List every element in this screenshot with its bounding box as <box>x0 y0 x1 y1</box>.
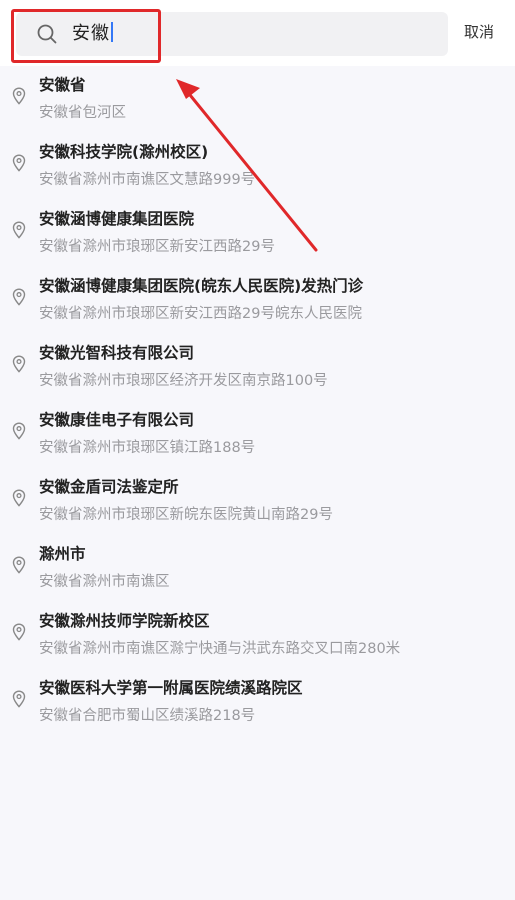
result-address: 安徽省滁州市琅琊区新安江西路29号皖东人民医院 <box>39 306 362 322</box>
result-item[interactable]: 安徽涵博健康集团医院 安徽省滁州市琅琊区新安江西路29号 <box>0 200 515 267</box>
result-name: 安徽金盾司法鉴定所 <box>39 478 179 496</box>
result-item[interactable]: 安徽金盾司法鉴定所 安徽省滁州市琅琊区新皖东医院黄山南路29号 <box>0 468 515 535</box>
result-item[interactable]: 安徽科技学院(滁州校区) 安徽省滁州市南谯区文慧路999号 <box>0 133 515 200</box>
result-item[interactable]: 滁州市 安徽省滁州市南谯区 <box>0 535 515 602</box>
result-address: 安徽省滁州市南谯区滁宁快通与洪武东路交叉口南280米 <box>39 641 401 657</box>
location-pin-icon <box>12 221 26 239</box>
result-name: 安徽省 <box>39 76 86 94</box>
location-pin-icon <box>12 556 26 574</box>
result-item[interactable]: 安徽涵博健康集团医院(皖东人民医院)发热门诊 安徽省滁州市琅琊区新安江西路29号… <box>0 267 515 334</box>
result-address: 安徽省滁州市南谯区 <box>39 574 170 590</box>
result-address: 安徽省合肥市蜀山区绩溪路218号 <box>39 708 256 724</box>
result-item[interactable]: 安徽滁州技师学院新校区 安徽省滁州市南谯区滁宁快通与洪武东路交叉口南280米 <box>0 602 515 669</box>
result-name: 滁州市 <box>39 545 86 563</box>
result-address: 安徽省滁州市南谯区文慧路999号 <box>39 172 256 188</box>
result-address: 安徽省滁州市琅琊区镇江路188号 <box>39 440 256 456</box>
location-pin-icon <box>12 489 26 507</box>
cancel-button[interactable]: 取消 <box>464 21 494 42</box>
location-pin-icon <box>12 154 26 172</box>
result-address: 安徽省滁州市琅琊区新皖东医院黄山南路29号 <box>39 507 333 523</box>
result-address: 安徽省滁州市琅琊区新安江西路29号 <box>39 239 275 255</box>
result-name: 安徽科技学院(滁州校区) <box>39 143 209 161</box>
result-name: 安徽滁州技师学院新校区 <box>39 612 210 630</box>
location-pin-icon <box>12 87 26 105</box>
result-name: 安徽涵博健康集团医院(皖东人民医院)发热门诊 <box>39 277 364 295</box>
result-name: 安徽光智科技有限公司 <box>39 344 195 362</box>
location-pin-icon <box>12 623 26 641</box>
result-item[interactable]: 安徽光智科技有限公司 安徽省滁州市琅琊区经济开发区南京路100号 <box>0 334 515 401</box>
result-name: 安徽涵博健康集团医院 <box>39 210 195 228</box>
location-pin-icon <box>12 690 26 708</box>
result-address: 安徽省包河区 <box>39 105 126 121</box>
result-item[interactable]: 安徽省 安徽省包河区 <box>0 66 515 133</box>
result-item[interactable]: 安徽康佳电子有限公司 安徽省滁州市琅琊区镇江路188号 <box>0 401 515 468</box>
result-item[interactable]: 安徽医科大学第一附属医院绩溪路院区 安徽省合肥市蜀山区绩溪路218号 <box>0 669 515 736</box>
result-address: 安徽省滁州市琅琊区经济开发区南京路100号 <box>39 373 328 389</box>
annotation-highlight-box <box>11 9 161 63</box>
result-name: 安徽医科大学第一附属医院绩溪路院区 <box>39 679 303 697</box>
result-name: 安徽康佳电子有限公司 <box>39 411 195 429</box>
location-pin-icon <box>12 288 26 306</box>
location-pin-icon <box>12 355 26 373</box>
location-pin-icon <box>12 422 26 440</box>
